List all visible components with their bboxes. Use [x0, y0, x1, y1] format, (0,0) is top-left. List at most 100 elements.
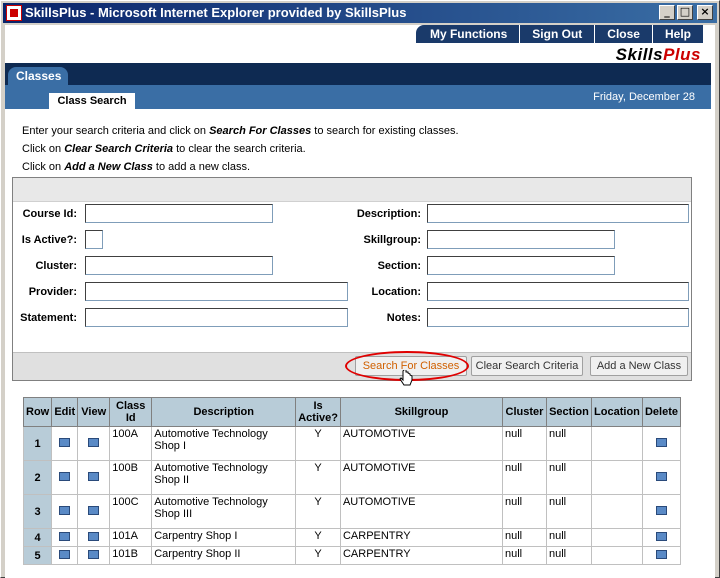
- description-label: Description:: [356, 208, 421, 220]
- section-cell: null: [545, 460, 592, 495]
- hand-cursor-icon: [399, 370, 413, 386]
- description-cell: Carpentry Shop I: [151, 528, 297, 547]
- is-active-cell: Y: [295, 528, 341, 547]
- edit-icon[interactable]: [59, 471, 71, 481]
- skillgroup-label: Skillgroup:: [363, 234, 421, 246]
- course-id-label: Course Id:: [22, 208, 77, 220]
- location-cell: [590, 546, 643, 565]
- row-number: 5: [22, 546, 53, 565]
- provider-input[interactable]: [85, 282, 348, 301]
- is-active-cell: Y: [295, 426, 341, 461]
- table-header-row: Row Edit View Class Id Description Is Ac…: [22, 397, 682, 427]
- row-number: 3: [22, 494, 53, 529]
- section-cell: null: [545, 546, 592, 565]
- class-id-cell: 100A: [109, 426, 153, 461]
- view-icon[interactable]: [88, 531, 100, 541]
- clear-search-criteria-button[interactable]: Clear Search Criteria: [471, 356, 583, 376]
- app-icon: [6, 5, 22, 21]
- edit-icon[interactable]: [59, 437, 71, 447]
- table-row: 1 100A Automotive Technology Shop I Y AU…: [22, 426, 682, 461]
- col-row: Row: [22, 397, 53, 427]
- col-section: Section: [545, 397, 592, 427]
- cluster-input[interactable]: [85, 256, 273, 275]
- table-row: 5 101B Carpentry Shop II Y CARPENTRY nul…: [22, 546, 682, 565]
- course-id-input[interactable]: [85, 204, 273, 223]
- col-is-active: Is Active?: [295, 397, 341, 427]
- view-icon[interactable]: [88, 437, 100, 447]
- description-cell: Carpentry Shop II: [151, 546, 297, 565]
- description-input[interactable]: [427, 204, 689, 223]
- skillgroup-input[interactable]: [427, 230, 615, 249]
- tab-classes[interactable]: Classes: [8, 67, 68, 87]
- nav-help[interactable]: Help: [651, 25, 703, 43]
- cluster-cell: null: [501, 546, 547, 565]
- location-cell: [590, 460, 643, 495]
- row-number: 1: [22, 426, 53, 461]
- logo-part-plus: Plus: [663, 45, 701, 64]
- window-title: SkillsPlus - Microsoft Internet Explorer…: [25, 5, 407, 20]
- is-active-input[interactable]: [85, 230, 103, 249]
- notes-label: Notes:: [386, 312, 421, 324]
- nav-my-functions[interactable]: My Functions: [415, 25, 520, 43]
- delete-icon[interactable]: [655, 437, 667, 447]
- section-input[interactable]: [427, 256, 615, 275]
- col-edit: Edit: [51, 397, 79, 427]
- location-cell: [590, 528, 643, 547]
- nav-close[interactable]: Close: [594, 25, 652, 43]
- col-view: View: [77, 397, 111, 427]
- view-icon[interactable]: [88, 549, 100, 559]
- instruction-line-2: Click on Clear Search Criteria to clear …: [22, 143, 306, 155]
- close-icon[interactable]: ×: [697, 5, 713, 20]
- cluster-cell: null: [501, 528, 547, 547]
- cluster-label: Cluster:: [35, 260, 77, 272]
- description-cell: Automotive Technology Shop I: [151, 426, 297, 461]
- add-new-class-button[interactable]: Add a New Class: [590, 356, 688, 376]
- view-icon[interactable]: [88, 505, 100, 515]
- skillgroup-cell: AUTOMOTIVE: [339, 460, 503, 495]
- edit-icon[interactable]: [59, 549, 71, 559]
- section-cell: null: [545, 426, 592, 461]
- col-class-id: Class Id: [109, 397, 153, 427]
- col-description: Description: [151, 397, 297, 427]
- edit-icon[interactable]: [59, 531, 71, 541]
- tab-class-search[interactable]: Class Search: [49, 93, 135, 109]
- minimize-icon[interactable]: _: [659, 5, 675, 20]
- skillgroup-cell: AUTOMOTIVE: [339, 494, 503, 529]
- delete-icon[interactable]: [655, 531, 667, 541]
- location-input[interactable]: [427, 282, 689, 301]
- location-cell: [590, 426, 643, 461]
- skillgroup-cell: CARPENTRY: [339, 546, 503, 565]
- section-label: Section:: [377, 260, 421, 272]
- location-cell: [590, 494, 643, 529]
- is-active-label: Is Active?:: [21, 234, 77, 246]
- row-number: 4: [22, 528, 53, 547]
- section-cell: null: [545, 528, 592, 547]
- delete-icon[interactable]: [655, 505, 667, 515]
- is-active-cell: Y: [295, 494, 341, 529]
- edit-icon[interactable]: [59, 505, 71, 515]
- is-active-cell: Y: [295, 546, 341, 565]
- window-controls: _ □ ×: [659, 5, 713, 20]
- table-row: 3 100C Automotive Technology Shop III Y …: [22, 494, 682, 529]
- form-header-bar: [13, 178, 691, 202]
- row-number: 2: [22, 460, 53, 495]
- instruction-line-1: Enter your search criteria and click on …: [22, 125, 459, 137]
- logo-part-skills: Skills: [615, 45, 664, 64]
- skillgroup-cell: CARPENTRY: [339, 528, 503, 547]
- cluster-cell: null: [501, 426, 547, 461]
- col-cluster: Cluster: [501, 397, 547, 427]
- skillsplus-logo: SkillsPlus: [616, 45, 701, 65]
- col-delete: Delete: [641, 397, 682, 427]
- provider-label: Provider:: [28, 286, 77, 298]
- statement-input[interactable]: [85, 308, 348, 327]
- instruction-line-3: Click on Add a New Class to add a new cl…: [22, 161, 251, 173]
- view-icon[interactable]: [88, 471, 100, 481]
- table-row: 2 100B Automotive Technology Shop II Y A…: [22, 460, 682, 495]
- maximize-icon[interactable]: □: [677, 5, 693, 20]
- notes-input[interactable]: [427, 308, 689, 327]
- delete-icon[interactable]: [655, 471, 667, 481]
- skillgroup-cell: AUTOMOTIVE: [339, 426, 503, 461]
- delete-icon[interactable]: [655, 549, 667, 559]
- current-date: Friday, December 28: [593, 91, 695, 103]
- nav-sign-out[interactable]: Sign Out: [519, 25, 595, 43]
